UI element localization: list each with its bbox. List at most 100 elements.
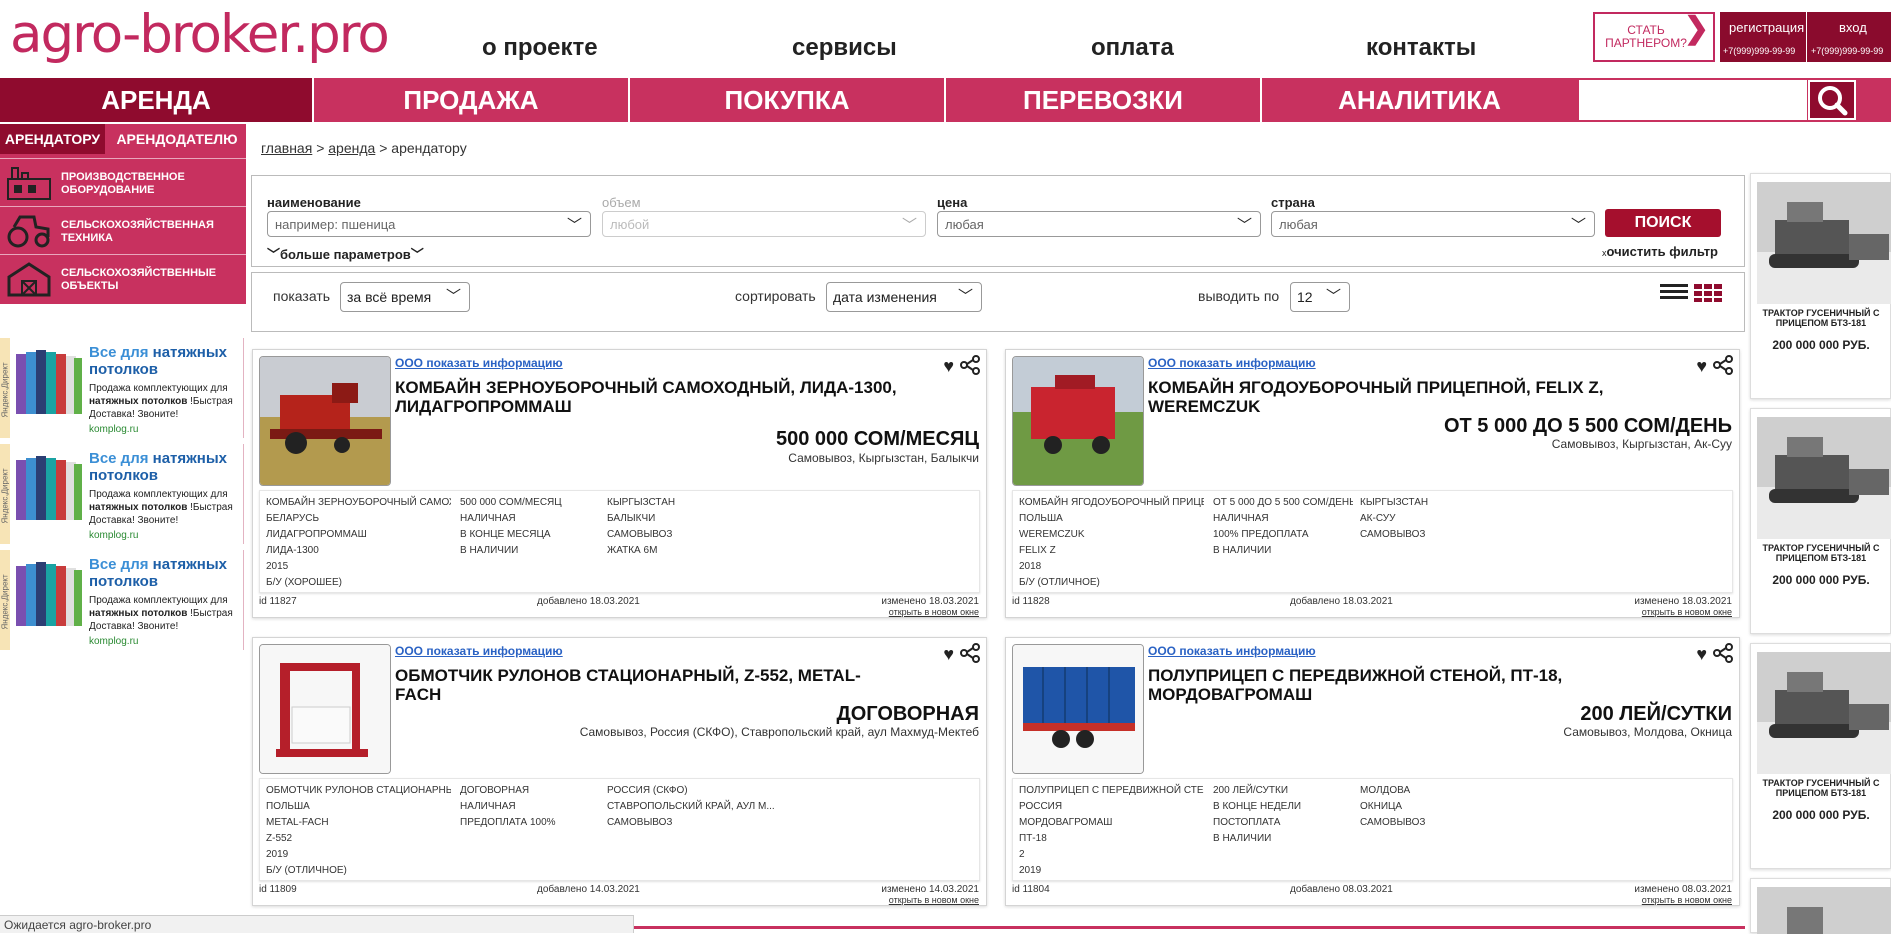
listing-price: ДОГОВОРНАЯ (836, 703, 979, 725)
open-new-window-link[interactable]: открыть в новом окне (889, 895, 979, 905)
open-new-window-link[interactable]: открыть в новом окне (889, 607, 979, 617)
ad-title[interactable]: Все для натяжных потолков (89, 450, 239, 484)
ad-block[interactable]: Яндекс.Директ Все для натяжных потолков … (0, 338, 244, 438)
ad-title[interactable]: Все для натяжных потолков (89, 344, 239, 378)
featured-price: 200 000 000 РУБ. (1772, 573, 1870, 587)
name-label: наименование (267, 195, 361, 210)
name-input[interactable]: например: пшеница ﹀ (267, 211, 591, 237)
chevron-right-icon: ❯ (1683, 12, 1709, 45)
tab-analytics[interactable]: АНАЛИТИКА (1262, 78, 1577, 122)
login-link[interactable]: вход (1839, 20, 1867, 35)
period-select[interactable]: за всё время ﹀ (340, 282, 470, 312)
featured-listing[interactable] (1750, 878, 1891, 934)
tab-landlord[interactable]: АРЕНДОДАТЕЛЮ (108, 124, 246, 154)
sidebar-item-facilities[interactable]: СЕЛЬСКОХОЗЯЙСТВЕННЫЕ ОБЪЕКТЫ (0, 254, 246, 302)
listing-title[interactable]: ПОЛУПРИЦЕП С ПЕРЕДВИЖНОЙ СТЕНОЙ, ПТ-18, … (1148, 666, 1658, 704)
listing-title[interactable]: КОМБАЙН ЯГОДОУБОРОЧНЫЙ ПРИЦЕПНОЙ, FELIX … (1148, 378, 1658, 416)
ad-url[interactable]: komplog.ru (89, 636, 138, 647)
breadcrumb-section[interactable]: аренда (328, 140, 375, 156)
name-placeholder: например: пшеница (275, 217, 396, 232)
share-icon[interactable] (1713, 643, 1733, 663)
specs-col-2: 500 000 СОМ/МЕСЯЦ НАЛИЧНАЯ В КОНЦЕ МЕСЯЦА В… (460, 497, 562, 556)
specs-col-3: КЫРГЫЗСТАН БАЛЫКЧИ САМОВЫВОЗ ЖАТКА 6М (607, 497, 676, 556)
listing-id: id 11809 (259, 884, 297, 895)
featured-title[interactable]: ТРАКТОР ГУСЕНИЧНЫЙ С ПРИЦЕПОМ БТЗ-181 (1759, 543, 1883, 563)
favorite-icon[interactable]: ♥ (943, 644, 954, 665)
org-link[interactable]: ООО показать информацию (395, 356, 563, 370)
favorite-icon[interactable]: ♥ (1696, 356, 1707, 377)
ad-block[interactable]: Яндекс.Директ Все для натяжных потолков … (0, 444, 244, 544)
grid-view-icon[interactable] (1694, 284, 1722, 302)
listing-card[interactable]: ООО показать информацию ♥ ОБМОТЧИК РУЛОН… (252, 637, 987, 906)
share-icon[interactable] (960, 355, 980, 375)
listing-changed: изменено 18.03.2021 (881, 596, 979, 607)
more-params-toggle[interactable]: ﹀больше параметров﹀ (267, 244, 424, 263)
listing-title[interactable]: ОБМОТЧИК РУЛОНОВ СТАЦИОНАРНЫЙ, Z-552, ME… (395, 666, 905, 704)
nav-about[interactable]: о проекте (482, 34, 598, 62)
listing-photo[interactable] (259, 356, 391, 486)
site-logo[interactable]: agro-broker.pro (10, 4, 390, 65)
specs-col-3: МОЛДОВА ОКНИЦА САМОВЫВОЗ (1360, 785, 1426, 828)
listing-photo[interactable] (259, 644, 391, 774)
listing-card[interactable]: ООО показать информацию ♥ КОМБАЙН ЗЕРНОУ… (252, 349, 987, 618)
price-select[interactable]: любая ﹀ (937, 211, 1261, 237)
featured-title[interactable]: ТРАКТОР ГУСЕНИЧНЫЙ С ПРИЦЕПОМ БТЗ-181 (1759, 308, 1883, 328)
share-icon[interactable] (1713, 355, 1733, 375)
perpage-select[interactable]: 12 ﹀ (1290, 282, 1350, 312)
tab-transport[interactable]: ПЕРЕВОЗКИ (946, 78, 1260, 122)
tab-purchase[interactable]: ПОКУПКА (630, 78, 944, 122)
open-new-window-link[interactable]: открыть в новом окне (1642, 895, 1732, 905)
favorite-icon[interactable]: ♥ (1696, 644, 1707, 665)
org-link[interactable]: ООО показать информацию (1148, 644, 1316, 658)
volume-label: объем (602, 195, 641, 210)
listing-specs: ОБМОТЧИК РУЛОНОВ СТАЦИОНАРНЫЙ ПОЛЬША METAL… (259, 778, 980, 881)
ad-url[interactable]: komplog.ru (89, 530, 138, 541)
volume-select[interactable]: любой ﹀ (602, 211, 926, 237)
become-partner-button[interactable]: СТАТЬ ПАРТНЕРОМ? ❯ (1593, 12, 1715, 62)
nav-services[interactable]: сервисы (792, 34, 897, 62)
tracked-tractor-image (1757, 652, 1891, 774)
nav-contacts[interactable]: контакты (1366, 34, 1476, 62)
sort-select[interactable]: дата изменения ﹀ (826, 282, 982, 312)
listing-photo[interactable] (1012, 644, 1144, 774)
share-icon[interactable] (960, 643, 980, 663)
listing-price: ОТ 5 000 ДО 5 500 СОМ/ДЕНЬ (1443, 415, 1732, 437)
featured-listing[interactable]: ТРАКТОР ГУСЕНИЧНЫЙ С ПРИЦЕПОМ БТЗ-181 20… (1750, 408, 1891, 634)
sidebar-item-label: ПРОИЗВОДСТВЕННОЕ ОБОРУДОВАНИЕ (61, 171, 185, 196)
ad-url[interactable]: komplog.ru (89, 424, 138, 435)
search-button[interactable]: ПОИСК (1605, 209, 1721, 237)
register-link[interactable]: регистрация (1729, 20, 1804, 35)
breadcrumb-current: арендатору (391, 140, 467, 156)
listing-title[interactable]: КОМБАЙН ЗЕРНОУБОРОЧНЫЙ САМОХОДНЫЙ, ЛИДА-… (395, 378, 905, 416)
site-search-input[interactable] (1579, 80, 1807, 120)
ad-title[interactable]: Все для натяжных потолков (89, 556, 239, 590)
phone-1: +7(999)999-99-99 (1723, 46, 1796, 56)
org-link[interactable]: ООО показать информацию (1148, 356, 1316, 370)
listing-card[interactable]: ООО показать информацию ♥ ПОЛУПРИЦЕП С П… (1005, 637, 1740, 906)
tab-sale[interactable]: ПРОДАЖА (314, 78, 628, 122)
site-search-button[interactable] (1808, 80, 1856, 120)
listing-photo[interactable] (1012, 356, 1144, 486)
featured-title[interactable]: ТРАКТОР ГУСЕНИЧНЫЙ С ПРИЦЕПОМ БТЗ-181 (1759, 778, 1883, 798)
ad-description: Продажа комплектующих для натяжных потол… (89, 383, 233, 420)
list-view-icon[interactable] (1660, 284, 1688, 302)
tab-tenant[interactable]: АРЕНДАТОРУ (0, 124, 105, 154)
breadcrumb-home[interactable]: главная (261, 140, 312, 156)
listing-price: 200 ЛЕЙ/СУТКИ (1580, 703, 1732, 725)
featured-listing[interactable]: ТРАКТОР ГУСЕНИЧНЫЙ С ПРИЦЕПОМ БТЗ-181 20… (1750, 173, 1891, 399)
tab-rent[interactable]: АРЕНДА (0, 78, 312, 122)
listing-card[interactable]: ООО показать информацию ♥ КОМБАЙН ЯГОДОУ… (1005, 349, 1740, 618)
sidebar-item-machinery[interactable]: СЕЛЬСКОХОЗЯЙСТВЕННАЯ ТЕХНИКА (0, 206, 246, 254)
nav-payment[interactable]: оплата (1091, 34, 1174, 62)
favorite-icon[interactable]: ♥ (943, 356, 954, 377)
ad-label: Яндекс.Директ (0, 550, 10, 650)
show-label: показать (273, 288, 331, 304)
sidebar-item-equipment[interactable]: ПРОИЗВОДСТВЕННОЕ ОБОРУДОВАНИЕ (0, 158, 246, 206)
factory-icon (7, 167, 51, 200)
featured-listing[interactable]: ТРАКТОР ГУСЕНИЧНЫЙ С ПРИЦЕПОМ БТЗ-181 20… (1750, 643, 1891, 869)
clear-filter-button[interactable]: xочистить фильтр (1602, 244, 1718, 259)
org-link[interactable]: ООО показать информацию (395, 644, 563, 658)
open-new-window-link[interactable]: открыть в новом окне (1642, 607, 1732, 617)
ad-block[interactable]: Яндекс.Директ Все для натяжных потолков … (0, 550, 244, 650)
country-select[interactable]: любая ﹀ (1271, 211, 1595, 237)
